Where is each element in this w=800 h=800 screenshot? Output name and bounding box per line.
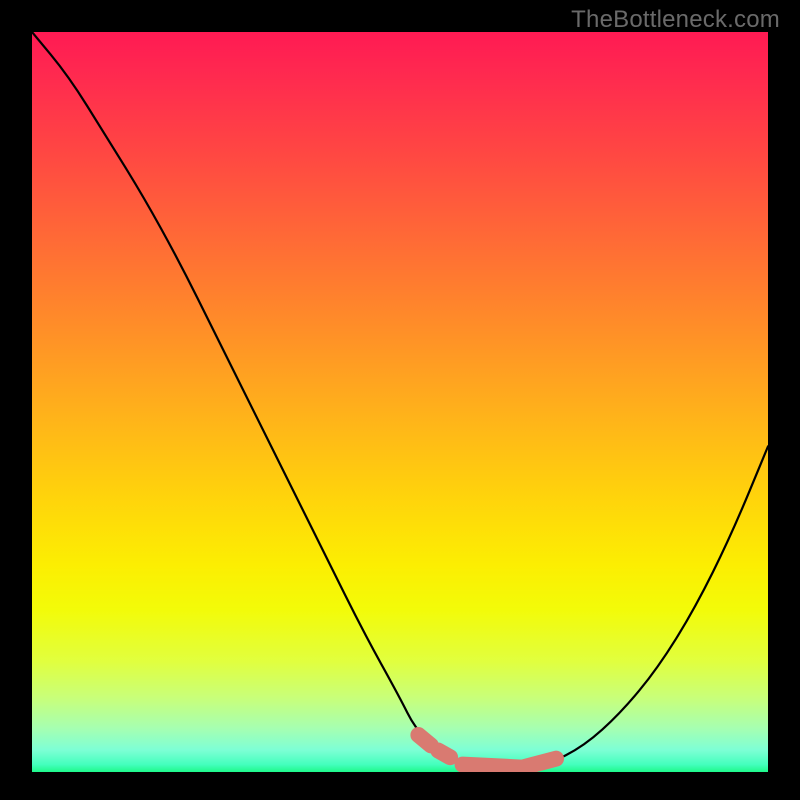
highlight-pill	[418, 735, 431, 745]
plot-area	[32, 32, 768, 772]
highlight-pill	[438, 751, 450, 758]
bottleneck-curve	[32, 32, 768, 769]
highlight-pill	[463, 765, 522, 768]
chart-container: TheBottleneck.com	[0, 0, 800, 800]
highlight-pill	[525, 759, 556, 767]
curve-layer	[32, 32, 768, 772]
highlight-markers	[418, 735, 556, 768]
watermark-text: TheBottleneck.com	[571, 6, 780, 34]
